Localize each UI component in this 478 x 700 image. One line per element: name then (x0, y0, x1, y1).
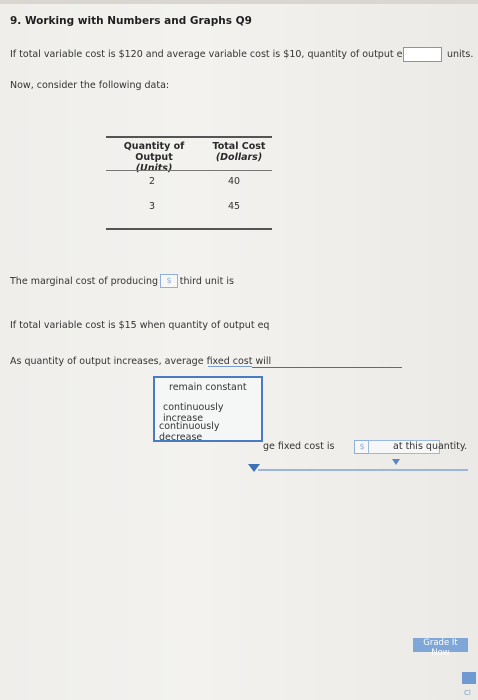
table-cell-qty-1: 2 (148, 176, 156, 187)
dropdown-blue-strip (258, 469, 468, 471)
tvc-question-text: If total variable cost is $15 when quant… (10, 320, 270, 331)
tvc-suffix-end: at this quantity. (393, 441, 468, 452)
afc-underline (208, 366, 252, 367)
quantity-answer-input[interactable] (403, 47, 442, 62)
col-header-total-cost: Total Cost (Dollars) (204, 141, 274, 163)
dropdown-option-continuously-decrease[interactable]: continuously decrease (159, 421, 261, 443)
chevron-down-icon[interactable] (248, 464, 260, 472)
col-header-quantity-sub: (Units) (135, 163, 173, 174)
col-header-total-cost-sub: (Dollars) (215, 152, 263, 163)
col-header-total-cost-title: Total Cost (212, 141, 266, 152)
table-cell-qty-2: 3 (148, 201, 156, 212)
afc-dropdown-line (252, 367, 402, 368)
col-header-quantity-title: Quantity of Output (123, 141, 185, 163)
now-consider-text: Now, consider the following data: (10, 80, 170, 91)
table-cell-cost-1: 40 (227, 176, 241, 187)
grade-it-now-button[interactable]: Grade It Now (413, 638, 468, 658)
afc-dropdown-menu[interactable]: remain constant continuously increase co… (153, 376, 263, 443)
worksheet-page: 9. Working with Numbers and Graphs Q9 If… (0, 0, 478, 700)
marginal-cost-input[interactable]: $ (160, 274, 178, 288)
marginal-cost-text: The marginal cost of producing the third… (10, 276, 234, 287)
corner-button[interactable] (462, 672, 476, 684)
question1-text: If total variable cost is $120 and avera… (10, 49, 428, 60)
dropdown-option-remain-constant[interactable]: remain constant (169, 382, 247, 393)
tvc-suffix-mid: ge fixed cost is (263, 441, 335, 452)
table-top-rule (106, 136, 272, 138)
corner-text: Cl (464, 689, 471, 697)
page-title: 9. Working with Numbers and Graphs Q9 (10, 15, 252, 27)
dropdown-arrow-small-icon[interactable] (392, 459, 400, 465)
top-edge (0, 0, 478, 4)
table-cell-cost-2: 45 (227, 201, 241, 212)
table-bottom-rule (106, 228, 272, 230)
units-label: units. (447, 49, 474, 60)
table-header-rule (106, 170, 272, 171)
